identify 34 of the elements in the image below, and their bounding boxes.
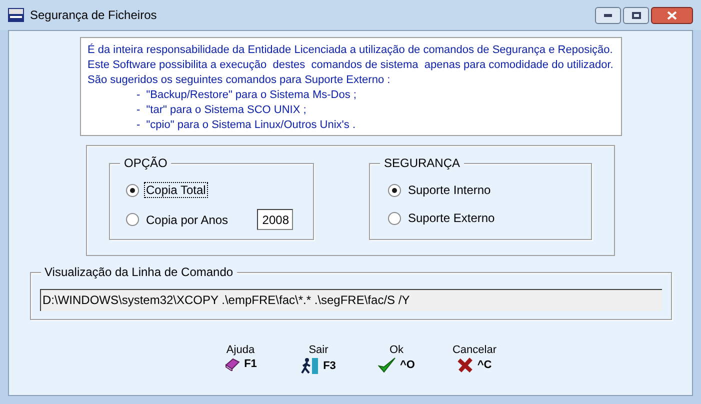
minimize-button[interactable]: [595, 6, 621, 24]
walking-person-icon: [301, 357, 320, 375]
notice-text: São sugeridos os seguintes comandos para Suporte Externo :: [88, 73, 390, 88]
radio-button[interactable]: [388, 184, 401, 196]
group-title: OPÇÃO: [120, 155, 172, 171]
radio-button[interactable]: [126, 213, 139, 226]
close-icon: [667, 10, 677, 20]
maximize-button[interactable]: [623, 6, 649, 24]
maximize-icon: [632, 12, 640, 18]
notice-text: Este Software possibilita a execução destes comandos de sistema apenas para comodidade do utilizador.: [88, 58, 614, 73]
toolbar-button[interactable]: Cancelar ^C: [446, 344, 502, 375]
radio-label[interactable]: Suporte Externo: [407, 211, 496, 225]
group-title: Visualização da Linha de Comando: [40, 264, 238, 280]
minimize-icon: [604, 14, 612, 16]
book-icon: [224, 357, 240, 371]
radio-label[interactable]: Suporte Interno: [407, 183, 492, 197]
notice-text: É da inteira responsabilidade da Entidade Licenciada a utilização de comandos de Segurança e Reposição.: [88, 43, 613, 58]
cross-icon: [457, 357, 474, 373]
notice-bullet: - "Backup/Restore" para o Sistema Ms-Dos ;: [136, 88, 358, 103]
radio-label[interactable]: Copia Total: [145, 183, 207, 197]
notice-bullet: - "cpio" para o Sistema Linux/Outros Unix's .: [136, 118, 356, 133]
app-icon: [8, 8, 24, 22]
window-title: Segurança de Ficheiros: [30, 7, 157, 24]
year-field[interactable]: 2008: [257, 209, 293, 230]
close-button[interactable]: [651, 6, 693, 24]
radio-button[interactable]: [126, 184, 139, 196]
toolbar-button[interactable]: Ok ^O: [368, 344, 424, 375]
radio-button[interactable]: [388, 212, 401, 224]
toolbar-button[interactable]: Sair F3: [290, 344, 346, 375]
toolbar-button[interactable]: Ajuda F1: [212, 344, 268, 375]
checkmark-icon: [378, 357, 396, 373]
radio-label[interactable]: Copia por Anos: [145, 212, 230, 226]
notice-bullet: - "tar" para o Sistema SCO UNIX ;: [136, 103, 308, 118]
command-field[interactable]: D:\WINDOWS\system32\XCOPY .\empFRE\fac\*.* .\segFRE\fac/S /Y: [40, 289, 662, 311]
